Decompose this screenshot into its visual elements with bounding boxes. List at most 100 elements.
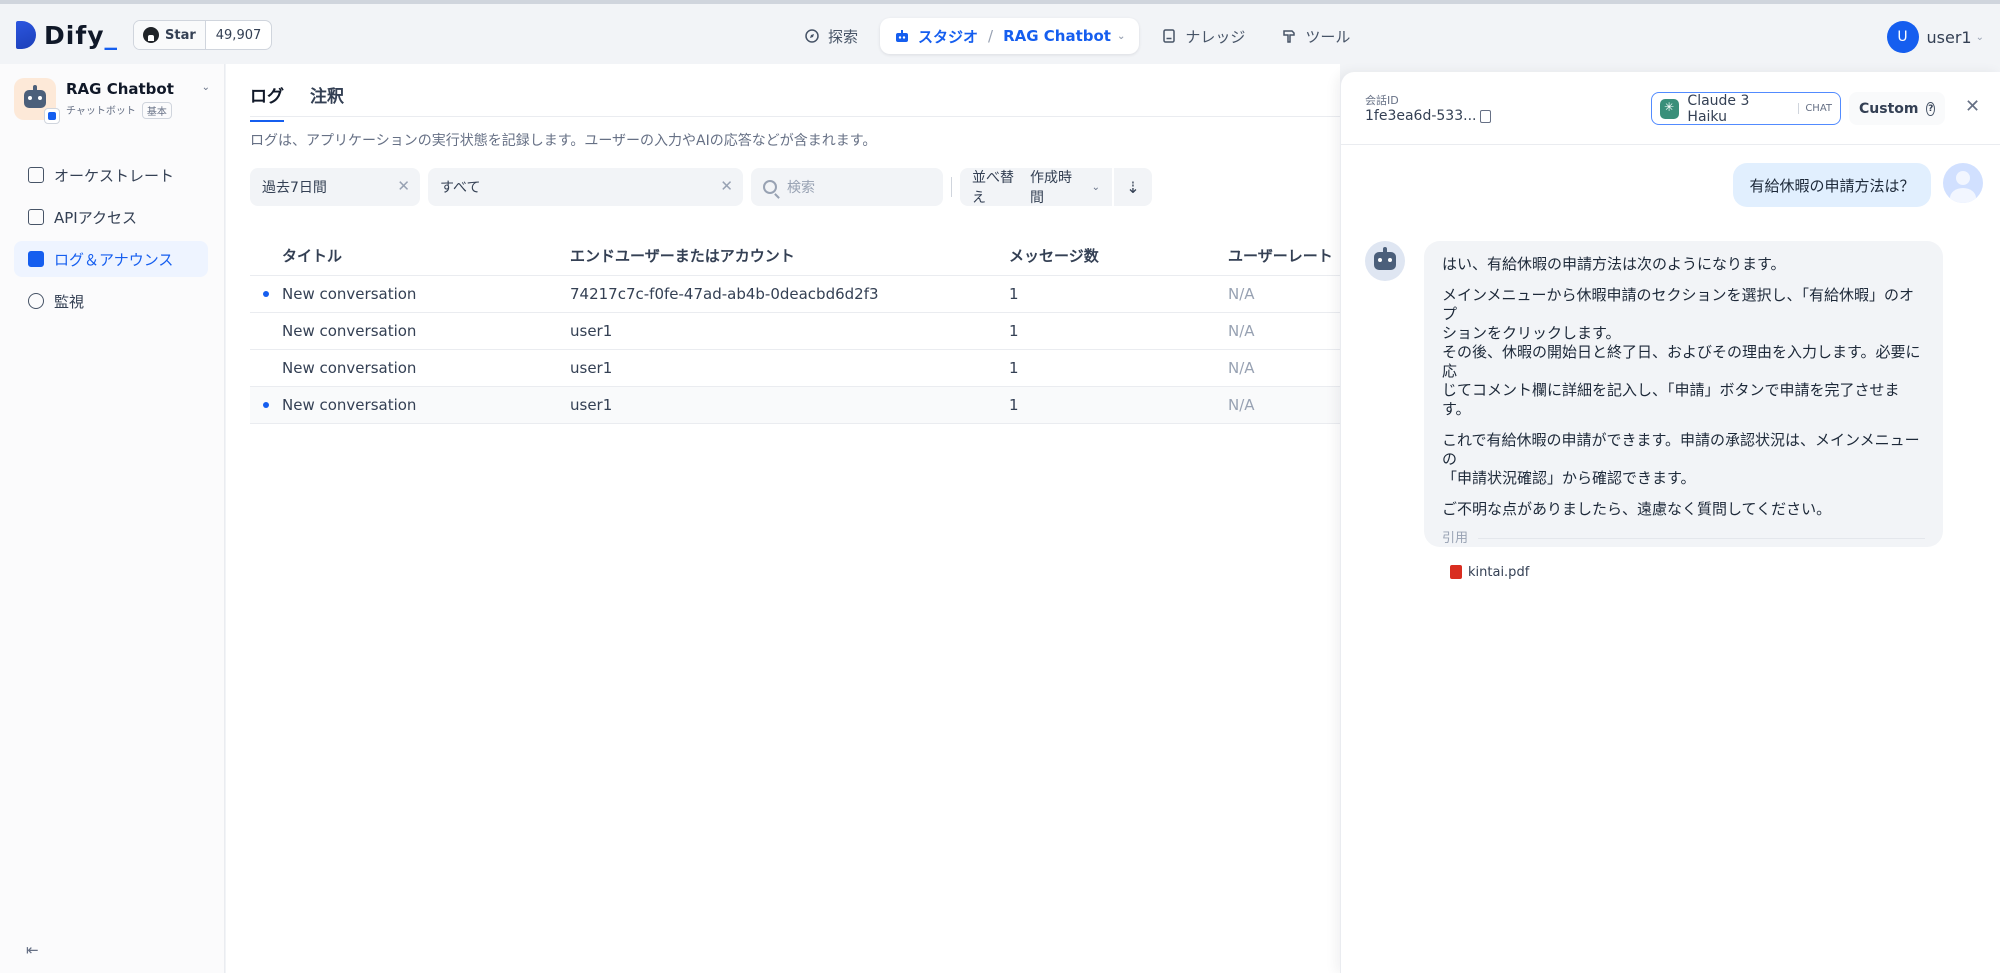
nav-tools[interactable]: ツール — [1267, 18, 1364, 54]
custom-params-button[interactable]: Custom ? — [1849, 92, 1945, 125]
answer-paragraph: ご不明な点がありましたら、遠慮なく質問してください。 — [1442, 500, 1832, 518]
custom-label: Custom — [1859, 100, 1919, 117]
app-selector[interactable]: RAG Chatbot ⌄ チャットボット 基本 — [14, 78, 210, 128]
date-range-select[interactable]: 過去7日間 ✕ — [250, 168, 420, 206]
row-title: New conversation — [282, 396, 417, 414]
sort-value: 作成時間 — [1030, 170, 1073, 206]
status-select[interactable]: すべて ✕ — [428, 168, 743, 206]
sidebar-item-orchestrate[interactable]: オーケストレート — [14, 157, 208, 193]
user-question: 有給休暇の申請方法は？ — [1733, 163, 1931, 207]
answer-line: 「申請状況確認」から確認できます。 — [1442, 469, 1696, 487]
chevron-down-icon[interactable]: ⌄ — [202, 82, 210, 93]
column-messages: メッセージ数 — [1009, 247, 1099, 265]
sidebar-item-logs[interactable]: ログ＆アナウンス — [14, 241, 208, 277]
sort-label: 並べ替え — [972, 170, 1014, 206]
unread-dot — [263, 291, 269, 297]
collapse-sidebar-icon[interactable]: ⇤ — [26, 941, 39, 959]
drawer-header: 会話ID 1fe3ea6d-533... Claude 3 Haiku CHAT… — [1341, 72, 2000, 145]
table-row[interactable]: New conversation user1 1 N/A — [250, 350, 1340, 387]
row-messages: 1 — [1009, 396, 1019, 414]
answer-line: これで有給休暇の申請ができます。申請の承認状況は、メインメニューの — [1442, 431, 1920, 468]
table-header: タイトル エンドユーザーまたはアカウント メッセージ数 ユーザーレート — [250, 236, 1340, 276]
row-user: user1 — [570, 359, 613, 377]
row-title: New conversation — [282, 285, 417, 303]
unread-dot — [263, 402, 269, 408]
book-icon — [1163, 29, 1176, 43]
search-input[interactable]: 検索 — [751, 168, 943, 206]
app-name: RAG Chatbot — [66, 80, 174, 98]
table-row[interactable]: New conversation user1 1 N/A — [250, 313, 1340, 350]
dify-logo[interactable]: Dify_ — [16, 19, 118, 51]
answer-paragraph: メインメニューから休暇申請のセクションを選択し、「有給休暇」のオプ ションをクリ… — [1442, 286, 1925, 419]
answer-line: その後、休暇の開始日と終了日、およびその理由を入力します。必要に応 — [1442, 343, 1921, 380]
clear-icon[interactable]: ✕ — [397, 177, 410, 195]
row-messages: 1 — [1009, 322, 1019, 340]
dashboard-icon — [28, 293, 44, 309]
bot-avatar — [1365, 241, 1405, 281]
sidebar-item-label: 監視 — [54, 292, 85, 311]
nav-current-app[interactable]: RAG Chatbot — [1003, 27, 1111, 45]
sort-direction-button[interactable]: ⇣ — [1114, 168, 1152, 206]
column-rate: ユーザーレート — [1228, 247, 1333, 265]
nav-knowledge[interactable]: ナレッジ — [1147, 18, 1259, 54]
clear-icon[interactable]: ✕ — [720, 177, 733, 195]
answer-paragraph: これで有給休暇の申請ができます。申請の承認状況は、メインメニューの 「申請状況確… — [1442, 431, 1925, 488]
tab-annotations[interactable]: 注釈 — [310, 82, 344, 107]
filter-bar: 過去7日間 ✕ すべて ✕ 検索 並べ替え 作成時間 ⌄ ⇣ — [250, 168, 1160, 206]
row-rate: N/A — [1228, 359, 1255, 377]
sidebar-item-label: APIアクセス — [54, 208, 137, 227]
row-messages: 1 — [1009, 285, 1019, 303]
sidebar-item-api-access[interactable]: APIアクセス — [14, 199, 208, 235]
row-user: 74217c7c-f0fe-47ad-ab4b-0deacbd6d2f3 — [570, 285, 879, 303]
bot-answer: はい、有給休暇の申請方法は次のようになります。 メインメニューから休暇申請のセク… — [1424, 241, 1943, 586]
user-menu[interactable]: U user1 ⌄ — [1886, 21, 1984, 53]
sidebar: RAG Chatbot ⌄ チャットボット 基本 オーケストレート APIアクセ… — [0, 64, 225, 973]
terminal-icon — [28, 209, 44, 225]
app-mode-tag: 基本 — [141, 102, 172, 119]
row-title: New conversation — [282, 322, 417, 340]
chevron-down-icon[interactable]: ⌄ — [1117, 31, 1125, 42]
table-row[interactable]: New conversation 74217c7c-f0fe-47ad-ab4b… — [250, 276, 1340, 313]
github-star[interactable]: Star — [134, 21, 206, 49]
table-row-selected[interactable]: New conversation user1 1 N/A — [250, 387, 1340, 424]
sidebar-menu: オーケストレート APIアクセス ログ＆アナウンス 監視 — [14, 157, 208, 325]
model-badge: Claude 3 Haiku CHAT — [1651, 92, 1841, 125]
nav-studio[interactable]: スタジオ / RAG Chatbot ⌄ — [880, 18, 1140, 54]
chat-mode-badge-icon — [44, 108, 60, 124]
dify-logo-mark — [16, 21, 36, 49]
chevron-down-icon: ⌄ — [1975, 31, 1984, 43]
model-mode: CHAT — [1798, 103, 1832, 114]
page-description: ログは、アプリケーションの実行状態を記録します。ユーザーの入力やAIの応答などが… — [250, 133, 877, 149]
sidebar-item-monitoring[interactable]: 監視 — [14, 283, 208, 319]
anthropic-icon — [1660, 98, 1680, 119]
robot-icon — [24, 85, 46, 108]
sidebar-item-label: ログ＆アナウンス — [54, 250, 174, 269]
github-star-button[interactable]: Star 49,907 — [133, 20, 273, 50]
row-user: user1 — [570, 322, 613, 340]
row-messages: 1 — [1009, 359, 1019, 377]
citation-file[interactable]: kintai.pdf — [1442, 558, 1538, 586]
tab-bar: ログ 注釈 — [250, 64, 1340, 122]
tab-logs[interactable]: ログ — [250, 82, 284, 122]
github-star-count: 49,907 — [215, 27, 262, 43]
conversation-id: 1fe3ea6d-533... — [1365, 108, 1477, 124]
file-list-icon — [28, 251, 44, 267]
nav-explore[interactable]: 探索 — [790, 18, 872, 54]
top-header: Dify_ Star 49,907 探索 スタジオ / RAG Chatbot … — [0, 4, 2000, 64]
search-icon — [763, 180, 777, 194]
robot-icon — [896, 30, 909, 42]
citation-label: 引用 — [1442, 529, 1925, 548]
main-content: ログ 注釈 ログは、アプリケーションの実行状態を記録します。ユーザーの入力やAI… — [226, 64, 1340, 973]
copy-icon[interactable] — [1480, 110, 1491, 123]
close-icon[interactable]: ✕ — [1965, 96, 1980, 117]
terminal-window-icon — [28, 167, 44, 183]
robot-icon — [1374, 247, 1396, 270]
hammer-icon — [1283, 30, 1296, 43]
sidebar-item-label: オーケストレート — [54, 166, 175, 185]
conversation-id-label: 会話ID — [1365, 94, 1399, 107]
sort-select[interactable]: 並べ替え 作成時間 ⌄ — [960, 168, 1112, 206]
github-star-label: Star — [165, 27, 196, 43]
github-icon — [143, 27, 159, 43]
column-title: タイトル — [282, 247, 343, 265]
row-title: New conversation — [282, 359, 417, 377]
